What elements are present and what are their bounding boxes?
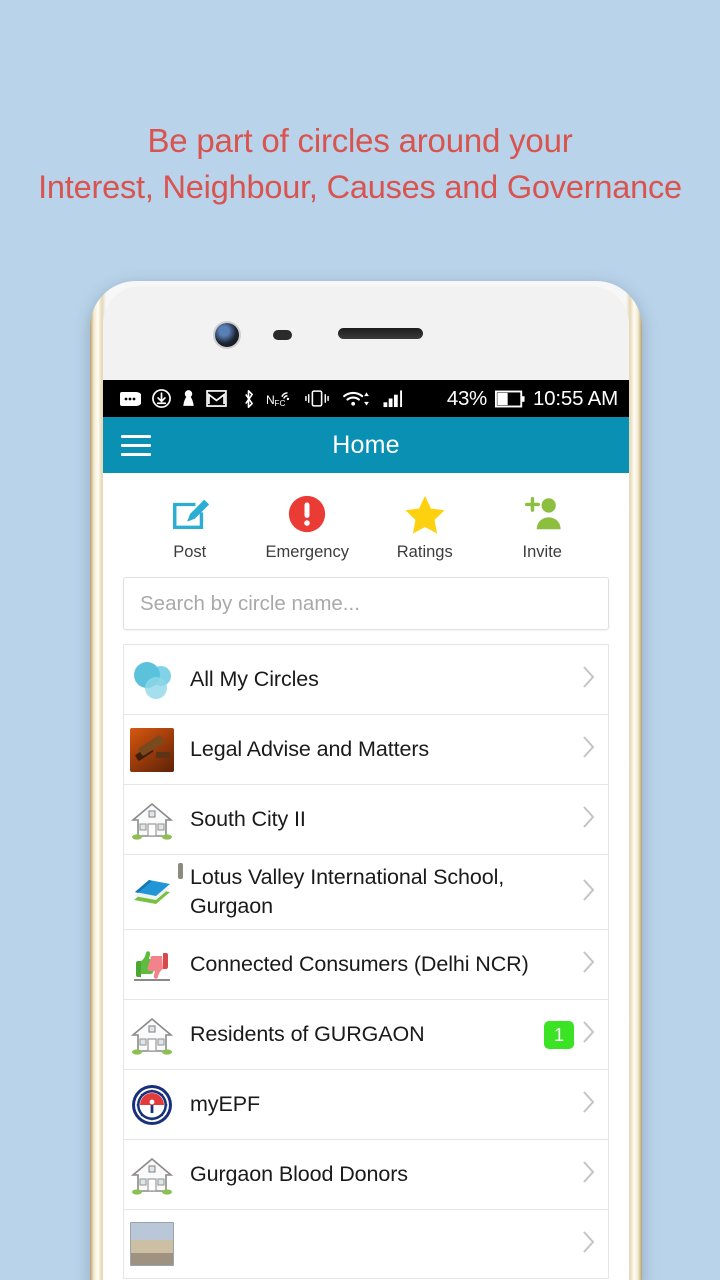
messages-icon xyxy=(119,391,141,407)
person-icon xyxy=(182,389,195,408)
circle-name: myEPF xyxy=(190,1092,260,1116)
circle-name: Legal Advise and Matters xyxy=(190,737,430,761)
quick-action-post[interactable]: Post xyxy=(131,491,249,562)
phone-mockup: N FC 43% 10:55 AM Home Post Emergency Ra… xyxy=(90,281,642,1280)
search-section xyxy=(103,573,629,644)
quick-action-invite[interactable]: Invite xyxy=(484,491,602,562)
gmail-icon xyxy=(206,390,227,407)
phone-body: N FC 43% 10:55 AM Home Post Emergency Ra… xyxy=(103,286,629,1280)
download-icon xyxy=(152,389,171,408)
battery-percent: 43% xyxy=(446,386,487,410)
list-item[interactable]: All My Circles xyxy=(123,644,609,714)
chevron-right-icon xyxy=(582,735,604,764)
circles-list: All My Circles Legal Advise and Matters … xyxy=(103,644,629,1279)
list-item[interactable]: Residents of GURGAON 1 xyxy=(123,999,609,1069)
phone-screen: N FC 43% 10:55 AM Home Post Emergency Ra… xyxy=(103,380,629,1280)
add-person-icon xyxy=(484,491,602,537)
list-item[interactable] xyxy=(123,1209,609,1279)
bluetooth-icon xyxy=(242,389,255,409)
vibrate-icon xyxy=(305,389,329,408)
quick-action-emergency[interactable]: Emergency xyxy=(249,491,367,562)
quick-action-label: Ratings xyxy=(396,542,453,561)
search-input[interactable] xyxy=(140,591,592,616)
status-bar: N FC 43% 10:55 AM xyxy=(103,380,629,417)
proximity-sensor-icon xyxy=(273,330,292,340)
page-title: Home xyxy=(332,430,400,459)
quick-actions-bar: Post Emergency Ratings Invite xyxy=(103,473,629,573)
chevron-right-icon xyxy=(582,1090,604,1119)
circle-name: South City II xyxy=(190,807,306,831)
circles-icon xyxy=(130,658,174,702)
front-camera-icon xyxy=(215,323,239,347)
list-item[interactable]: Connected Consumers (Delhi NCR) xyxy=(123,929,609,999)
unread-badge: 1 xyxy=(543,1020,574,1049)
gavel-icon xyxy=(130,727,174,772)
circle-name: Gurgaon Blood Donors xyxy=(190,1162,408,1186)
list-item[interactable]: South City II xyxy=(123,784,609,854)
quick-action-label: Post xyxy=(173,542,207,561)
house-icon xyxy=(130,798,174,842)
chevron-right-icon xyxy=(582,950,604,979)
list-item[interactable]: Gurgaon Blood Donors xyxy=(123,1139,609,1209)
phone-side-button-left xyxy=(178,863,183,879)
list-item[interactable]: Legal Advise and Matters xyxy=(123,714,609,784)
circle-name: Residents of GURGAON xyxy=(190,1022,425,1046)
chevron-right-icon xyxy=(582,878,604,907)
battery-icon xyxy=(494,390,525,408)
signal-icon xyxy=(382,389,404,408)
hamburger-icon[interactable] xyxy=(121,434,151,456)
circle-name: All My Circles xyxy=(190,667,319,691)
quick-action-ratings[interactable]: Ratings xyxy=(366,491,484,562)
wifi-icon xyxy=(342,389,371,409)
list-item[interactable]: myEPF xyxy=(123,1069,609,1139)
search-box[interactable] xyxy=(123,577,609,630)
circle-name: Connected Consumers (Delhi NCR) xyxy=(190,952,529,976)
chevron-right-icon xyxy=(582,805,604,834)
svg-text:N: N xyxy=(266,393,275,407)
thumbs-icon xyxy=(130,943,174,987)
books-icon xyxy=(130,870,174,914)
chevron-right-icon xyxy=(582,665,604,694)
chevron-right-icon xyxy=(582,1020,604,1049)
earpiece-speaker xyxy=(338,328,423,339)
photo-icon xyxy=(130,1222,174,1266)
compose-icon xyxy=(131,491,249,537)
circle-name: Lotus Valley International School, Gurga… xyxy=(190,865,505,918)
promo-line-2: Interest, Neighbour, Causes and Governan… xyxy=(38,169,682,205)
quick-action-label: Emergency xyxy=(265,542,349,561)
app-bar: Home xyxy=(103,417,629,473)
status-bar-clock: 10:55 AM xyxy=(532,386,618,410)
nfc-icon: N FC xyxy=(266,389,294,408)
list-item[interactable]: Lotus Valley International School, Gurga… xyxy=(123,854,609,929)
house-icon xyxy=(130,1013,174,1057)
promo-headline: Be part of circles around your Interest,… xyxy=(0,118,720,210)
svg-text:FC: FC xyxy=(274,398,285,408)
star-icon xyxy=(366,491,484,537)
house-icon xyxy=(130,1153,174,1197)
alert-icon xyxy=(249,491,367,537)
chevron-right-icon xyxy=(582,1230,604,1259)
chevron-right-icon xyxy=(582,1160,604,1189)
quick-action-label: Invite xyxy=(522,542,562,561)
promo-line-1: Be part of circles around your xyxy=(147,122,573,159)
epf-logo-icon xyxy=(130,1083,174,1127)
